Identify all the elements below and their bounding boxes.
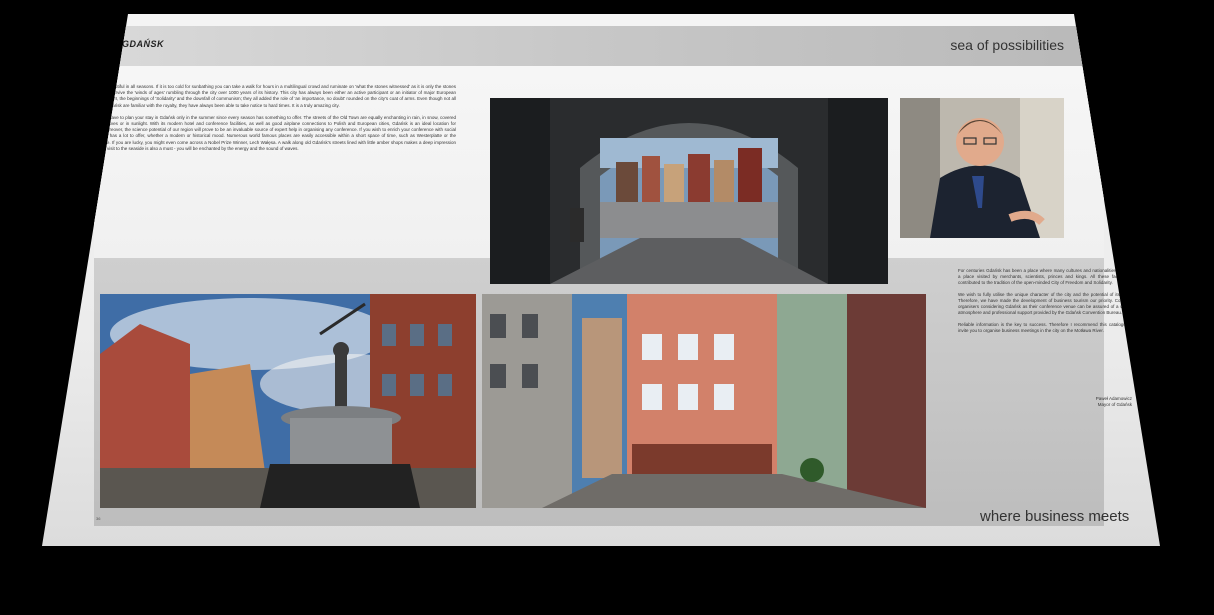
mayor-paragraph-2: We wish to fully utilise the unique char… [958, 292, 1138, 315]
intro-text: Gdańsk is beautiful in all seasons. If i… [76, 84, 456, 158]
neptune-fountain-photo [100, 294, 476, 508]
header-city-title: GDAŃSK [122, 39, 165, 49]
signature-title: Mayor of Gdańsk [1097, 402, 1132, 407]
page-number-left: 36 [96, 516, 101, 521]
intro-paragraph-2: You do not have to plan your stay in Gda… [76, 114, 456, 151]
header-bar: GDAŃSK sea of possibilities [94, 26, 1104, 66]
mayor-portrait-photo [900, 98, 1064, 238]
gate-archway-photo [490, 98, 888, 284]
mariacka-street-photo [482, 294, 926, 508]
mayor-letter: For centuries Gdańsk has been a place wh… [958, 268, 1138, 340]
mayor-paragraph-3: Reliable information is the key to succe… [958, 322, 1138, 333]
mayor-signature: Paweł Adamowicz Mayor of Gdańsk [1052, 396, 1132, 408]
brochure-spread: GDAŃSK sea of possibilities Gdańsk is be… [42, 14, 1160, 546]
intro-paragraph-1: Gdańsk is beautiful in all seasons. If i… [76, 84, 456, 108]
tagline: where business meets [980, 508, 1130, 525]
page-number-right: 37 [1100, 516, 1105, 521]
header-slogan: sea of possibilities [950, 37, 1064, 53]
mayor-paragraph-1: For centuries Gdańsk has been a place wh… [958, 268, 1138, 285]
